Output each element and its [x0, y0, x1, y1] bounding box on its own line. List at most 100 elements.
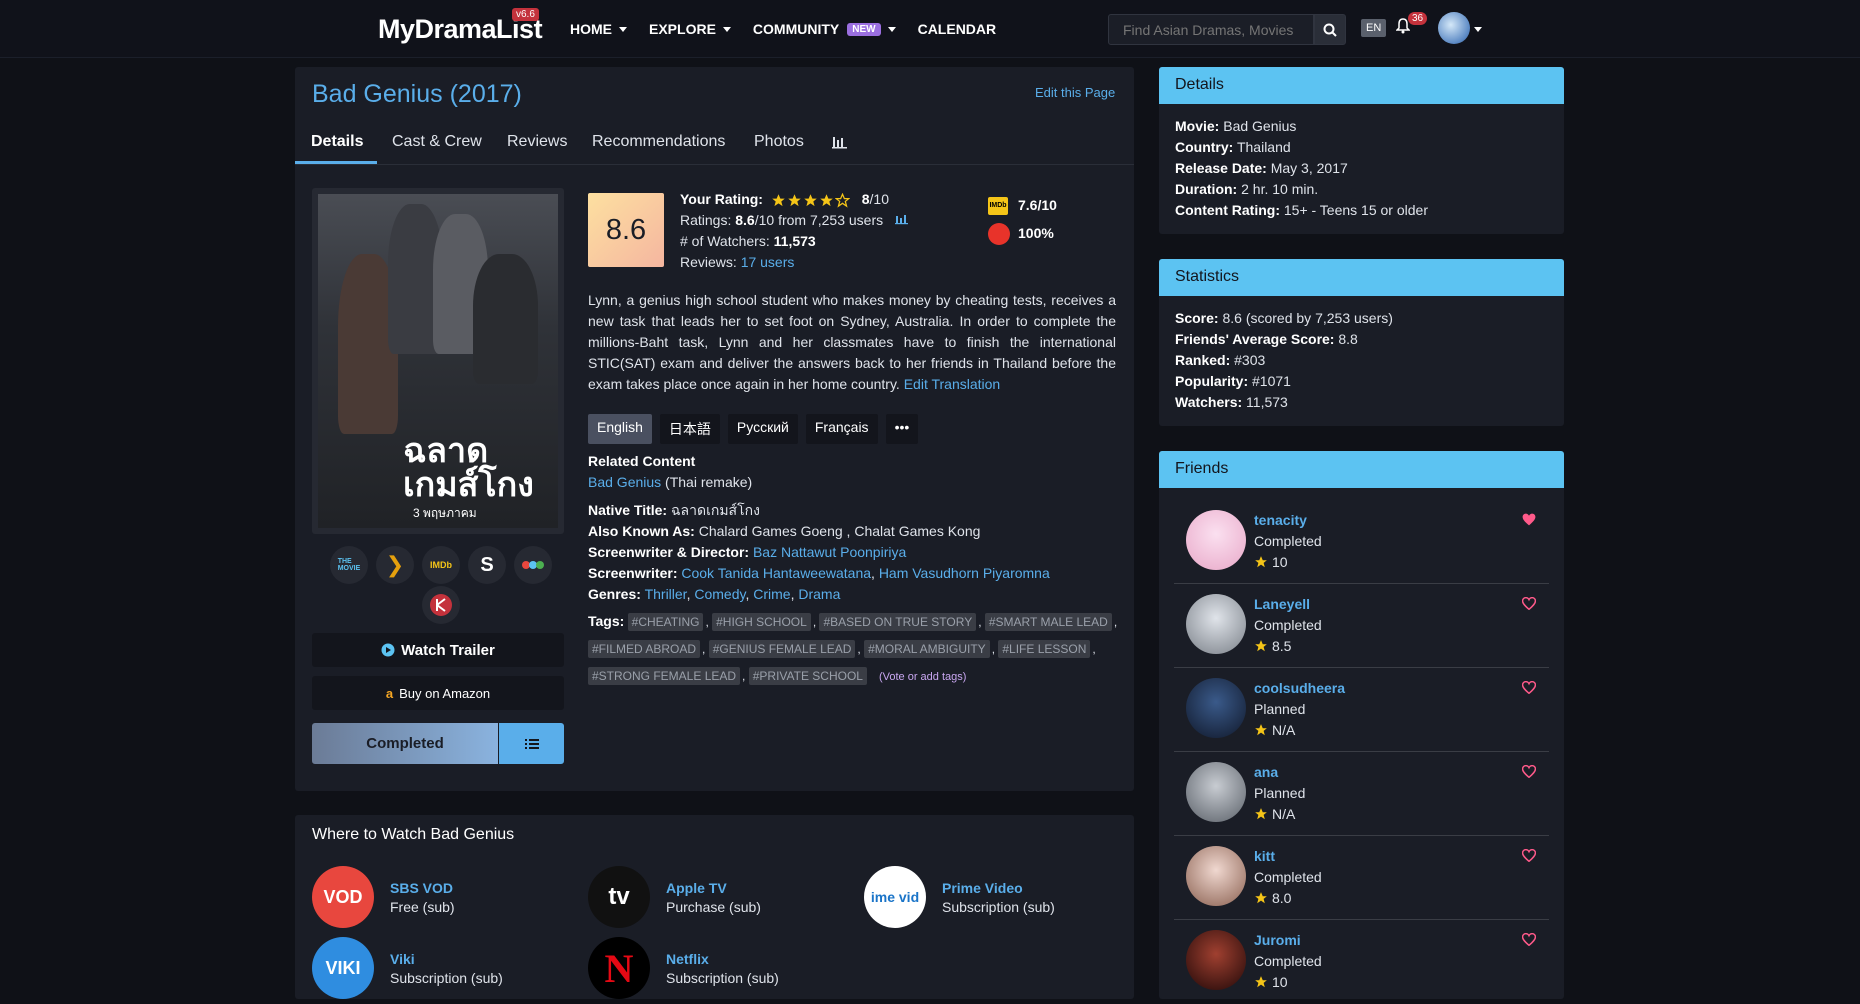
- user-avatar[interactable]: [1438, 12, 1470, 44]
- tag[interactable]: #HIGH SCHOOL: [712, 613, 811, 631]
- lang-french[interactable]: Français: [805, 414, 878, 444]
- service-viki[interactable]: VIKI Viki Subscription (sub): [312, 937, 503, 999]
- heart-outline-icon[interactable]: [1522, 933, 1536, 946]
- search-input[interactable]: [1108, 14, 1314, 45]
- tag[interactable]: #SMART MALE LEAD: [984, 613, 1112, 631]
- language-button[interactable]: EN: [1361, 19, 1387, 37]
- heart-outline-icon[interactable]: [1522, 849, 1536, 862]
- friend-row[interactable]: ana Planned N/A: [1174, 752, 1549, 836]
- star-filled-icon[interactable]: [787, 193, 802, 208]
- list-button[interactable]: [499, 723, 564, 764]
- service-sbs-vod[interactable]: VOD SBS VOD Free (sub): [312, 866, 455, 928]
- tab-recommendations[interactable]: Recommendations: [592, 133, 725, 151]
- friend-name[interactable]: coolsudheera: [1254, 680, 1345, 696]
- poster[interactable]: ฉลาด เกมส์โกง 3 พฤษภาคม: [312, 188, 564, 534]
- friend-name[interactable]: ana: [1254, 764, 1278, 780]
- more-languages-button[interactable]: •••: [885, 414, 919, 444]
- screenwriter-director-link[interactable]: Baz Nattawut Poonpiriya: [753, 544, 906, 560]
- genre-link[interactable]: Crime: [753, 586, 790, 602]
- service-prime-video[interactable]: ime vid Prime Video Subscription (sub): [864, 866, 1055, 928]
- tab-reviews[interactable]: Reviews: [507, 133, 567, 151]
- friend-row[interactable]: kitt Completed 8.0: [1174, 836, 1549, 920]
- buy-amazon-button[interactable]: a Buy on Amazon: [312, 676, 564, 710]
- status-button[interactable]: Completed: [312, 723, 498, 764]
- imdb-mobile-icon[interactable]: IMDb: [422, 546, 460, 584]
- friend-name[interactable]: tenacity: [1254, 512, 1307, 528]
- related-link[interactable]: Bad Genius: [588, 474, 661, 490]
- chevron-down-icon[interactable]: [1474, 27, 1482, 32]
- tag[interactable]: #PRIVATE SCHOOL: [748, 667, 867, 685]
- star-filled-icon[interactable]: [819, 193, 834, 208]
- tab-details[interactable]: Details: [311, 133, 363, 151]
- nav-community[interactable]: COMMUNITY NEW: [753, 21, 896, 37]
- service-netflix[interactable]: N Netflix Subscription (sub): [588, 937, 779, 999]
- imdb-rating[interactable]: IMDb 7.6/10: [988, 191, 1057, 219]
- heart-outline-icon[interactable]: [1522, 681, 1536, 694]
- friend-avatar[interactable]: [1186, 762, 1246, 822]
- friend-name[interactable]: kitt: [1254, 848, 1275, 864]
- screenwriter-link-1[interactable]: Cook Tanida Hantaweewatana: [681, 565, 871, 581]
- ratings-chart-icon[interactable]: [895, 214, 909, 225]
- genre-link[interactable]: Comedy: [694, 586, 745, 602]
- heart-outline-icon[interactable]: [1522, 597, 1536, 610]
- dots-icon[interactable]: [514, 546, 552, 584]
- friend-row[interactable]: Juromi Completed 10: [1174, 920, 1549, 1004]
- tag[interactable]: #STRONG FEMALE LEAD: [588, 667, 741, 685]
- lang-russian[interactable]: Русский: [727, 414, 798, 444]
- statistics-panel-title: Statistics: [1159, 259, 1564, 296]
- friend-name[interactable]: Laneyell: [1254, 596, 1310, 612]
- aka-row: Also Known As: Chalard Games Goeng , Cha…: [588, 521, 1050, 542]
- friend-avatar[interactable]: [1186, 846, 1246, 906]
- nav-calendar[interactable]: CALENDAR: [918, 21, 997, 37]
- friend-avatar[interactable]: [1186, 678, 1246, 738]
- tag[interactable]: #BASED ON TRUE STORY: [819, 613, 977, 631]
- friend-row[interactable]: tenacity Completed 10: [1174, 500, 1549, 584]
- vote-tags-link[interactable]: (Vote or add tags): [879, 671, 966, 683]
- star-empty-icon[interactable]: [834, 192, 850, 208]
- star-filled-icon[interactable]: [771, 193, 786, 208]
- details-panel: Details Movie: Bad Genius Country: Thail…: [1159, 67, 1564, 234]
- tmdb-icon[interactable]: THE MOVIE: [330, 546, 368, 584]
- heart-outline-icon[interactable]: [1522, 765, 1536, 778]
- service-name: SBS VOD: [390, 879, 454, 896]
- service-apple-tv[interactable]: tv Apple TV Purchase (sub): [588, 866, 761, 928]
- plex-icon[interactable]: ❯: [376, 546, 414, 584]
- tag[interactable]: #GENIUS FEMALE LEAD: [708, 640, 856, 658]
- your-rating-stars[interactable]: [771, 192, 850, 208]
- lang-japanese[interactable]: 日本語: [659, 414, 720, 444]
- friend-avatar[interactable]: [1186, 510, 1246, 570]
- nav-community-label: COMMUNITY: [752, 21, 840, 37]
- search-button[interactable]: [1314, 14, 1346, 45]
- nav-home[interactable]: HOME: [570, 21, 627, 37]
- nav-explore[interactable]: EXPLORE: [649, 21, 731, 37]
- star-filled-icon[interactable]: [803, 193, 818, 208]
- watch-trailer-button[interactable]: Watch Trailer: [312, 633, 564, 667]
- tab-cast-crew[interactable]: Cast & Crew: [392, 133, 482, 151]
- lang-english[interactable]: English: [588, 414, 652, 444]
- genre-link[interactable]: Thriller: [645, 586, 687, 602]
- genre-link[interactable]: Drama: [798, 586, 840, 602]
- reviews-link[interactable]: 17 users: [741, 254, 795, 270]
- friend-avatar[interactable]: [1186, 930, 1246, 990]
- genres-row: Genres: Thriller, Comedy, Crime, Drama: [588, 586, 841, 602]
- friend-row[interactable]: coolsudheera Planned N/A: [1174, 668, 1549, 752]
- friend-row[interactable]: Laneyell Completed 8.5: [1174, 584, 1549, 668]
- tag[interactable]: #FILMED ABROAD: [588, 640, 701, 658]
- kodi-icon[interactable]: [422, 586, 460, 624]
- page-title[interactable]: Bad Genius (2017): [312, 80, 522, 109]
- friend-name[interactable]: Juromi: [1254, 932, 1301, 948]
- tab-statistics[interactable]: [832, 135, 848, 154]
- edit-translation-link[interactable]: Edit Translation: [904, 376, 1001, 392]
- tab-photos[interactable]: Photos: [754, 133, 804, 151]
- screenwriter-label: Screenwriter:: [588, 565, 678, 581]
- your-rating-label: Your Rating:: [680, 191, 763, 207]
- tomato-rating[interactable]: 100%: [988, 219, 1057, 247]
- friend-avatar[interactable]: [1186, 594, 1246, 654]
- edit-page-link[interactable]: Edit this Page: [1035, 85, 1115, 100]
- heart-filled-icon[interactable]: [1522, 513, 1536, 526]
- s-icon[interactable]: S: [468, 546, 506, 584]
- tag[interactable]: #LIFE LESSON: [998, 640, 1091, 658]
- screenwriter-link-2[interactable]: Ham Vasudhorn Piyaromna: [879, 565, 1050, 581]
- tag[interactable]: #MORAL AMBIGUITY: [864, 640, 990, 658]
- tag[interactable]: #CHEATING: [627, 613, 704, 631]
